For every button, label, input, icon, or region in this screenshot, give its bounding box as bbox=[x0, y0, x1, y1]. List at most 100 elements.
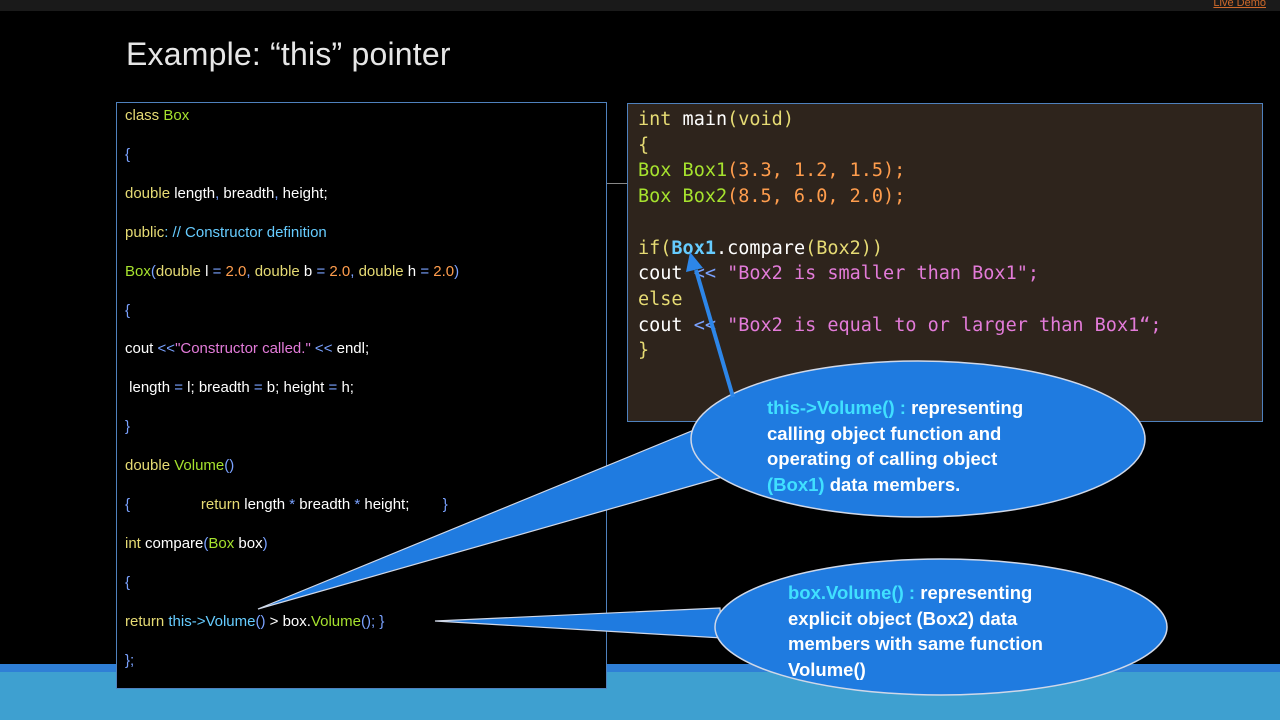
code-token: = bbox=[420, 262, 430, 280]
code-token: if( bbox=[638, 237, 672, 259]
code-token: double bbox=[125, 457, 171, 475]
code-token: { bbox=[125, 301, 131, 319]
code-token: = bbox=[316, 262, 326, 280]
code-line: { bbox=[125, 302, 130, 319]
code-token: } bbox=[375, 612, 385, 630]
code-token: return bbox=[125, 612, 165, 630]
code-token: () bbox=[255, 612, 266, 630]
callout-token: representing bbox=[911, 397, 1024, 418]
code-line: public: // Constructor definition bbox=[125, 224, 327, 241]
code-line: length = l; breadth = b; height = h; bbox=[125, 379, 354, 396]
slide-title: Example: “this” pointer bbox=[126, 36, 451, 72]
callout-line: operating of calling object bbox=[767, 446, 1023, 472]
callout-token: box.Volume() : bbox=[788, 582, 921, 603]
code-token: "Box2 is equal to or larger than Box1“; bbox=[715, 314, 1162, 336]
code-token: (Box2)) bbox=[805, 237, 884, 259]
code-token: = bbox=[253, 379, 263, 397]
code-line: { bbox=[125, 574, 130, 591]
code-token: > bbox=[265, 612, 283, 630]
code-line: cout << "Box2 is equal to or larger than… bbox=[638, 315, 1162, 336]
code-token: b bbox=[299, 262, 317, 280]
code-token: compare bbox=[140, 534, 204, 552]
code-line: cout <<"Constructor called." << endl; bbox=[125, 340, 369, 357]
code-line: { return length * breadth * height; } bbox=[125, 496, 448, 513]
code-token: 2.0 bbox=[325, 262, 351, 280]
code-token: 2.0 bbox=[429, 262, 455, 280]
callout-token: this->Volume() : bbox=[767, 397, 912, 418]
callout-token: (Box1) bbox=[767, 473, 825, 495]
code-token: length bbox=[170, 184, 216, 202]
code-line: { bbox=[638, 135, 649, 156]
code-token: breadth bbox=[219, 184, 275, 202]
code-token: return bbox=[200, 496, 241, 513]
code-token: cout bbox=[125, 340, 158, 358]
code-line: int main(void) bbox=[638, 109, 794, 130]
code-token: box. bbox=[282, 612, 311, 630]
code-token: l bbox=[200, 262, 213, 280]
code-token: public bbox=[125, 223, 165, 241]
code-token: Box bbox=[208, 534, 235, 552]
code-token: int bbox=[638, 109, 672, 130]
callout-line: this->Volume() : representing bbox=[767, 395, 1023, 421]
code-token: = bbox=[174, 379, 183, 397]
code-line: class Box bbox=[125, 107, 189, 124]
code-token: class bbox=[125, 107, 160, 124]
code-token: : // Constructor definition bbox=[164, 223, 327, 241]
code-token: Box Box2 bbox=[638, 186, 728, 208]
code-token: "Box2 is smaller than Box1"; bbox=[715, 263, 1039, 285]
code-token: int bbox=[125, 534, 141, 552]
code-line: return this->Volume() > box.Volume(); } bbox=[125, 613, 384, 630]
code-token: cout bbox=[638, 314, 694, 336]
callout-token: members with same function bbox=[788, 633, 1043, 654]
code-token: ) bbox=[262, 534, 268, 552]
code-line: }; bbox=[125, 652, 134, 669]
callout-token: operating of calling object bbox=[767, 448, 998, 469]
code-token: Box Box1 bbox=[638, 160, 728, 182]
code-token: << bbox=[693, 314, 716, 336]
code-token: Box bbox=[159, 107, 190, 124]
code-token: { bbox=[125, 145, 131, 163]
code-token: Volume bbox=[170, 457, 225, 475]
code-token: else bbox=[638, 288, 683, 310]
code-line: } bbox=[125, 418, 130, 435]
code-token: }; bbox=[125, 651, 135, 669]
class-code-panel: class Box {double length, breadth, height… bbox=[116, 102, 607, 689]
code-line: if(Box1.compare(Box2)) bbox=[638, 238, 883, 259]
callout-line: (Box1) data members. bbox=[767, 472, 1023, 498]
top-bar bbox=[0, 0, 1280, 11]
main-code-panel: int main(void){Box Box1(3.3, 1.2, 1.5); B… bbox=[627, 103, 1263, 422]
code-token: length bbox=[240, 496, 290, 513]
callout-line: box.Volume() : representing bbox=[788, 580, 1043, 606]
callout-token: Volume() bbox=[788, 658, 866, 680]
callout-bottom-text: box.Volume() : representing explicit obje… bbox=[788, 580, 1043, 682]
callout-token: explicit object (Box2) data bbox=[788, 607, 1018, 629]
code-line: } bbox=[638, 340, 649, 361]
code-token: } bbox=[638, 340, 650, 362]
callout-token: data members. bbox=[824, 473, 961, 495]
code-token: endl; bbox=[336, 340, 370, 358]
code-token: (void) bbox=[727, 109, 794, 130]
code-token: << bbox=[310, 340, 337, 358]
code-token: { bbox=[638, 134, 650, 156]
code-token: double bbox=[155, 262, 201, 280]
code-line: int compare(Box box) bbox=[125, 535, 268, 552]
code-line: Box Box2(8.5, 6.0, 2.0); bbox=[638, 186, 905, 207]
code-token: << bbox=[157, 340, 176, 358]
code-token: l; breadth bbox=[182, 379, 254, 397]
callout-line: Volume() bbox=[788, 657, 1043, 683]
code-token: b; height bbox=[262, 379, 329, 397]
code-token: breadth bbox=[295, 496, 355, 513]
code-token: main bbox=[671, 109, 728, 130]
code-token: () bbox=[224, 457, 235, 475]
panel-connector-line bbox=[607, 183, 628, 184]
code-token: height; bbox=[278, 184, 328, 202]
code-token: Volume bbox=[310, 612, 361, 630]
code-token: h; bbox=[337, 379, 354, 397]
callout-line: calling object function and bbox=[767, 421, 1023, 447]
live-demo-link[interactable]: Live Demo bbox=[1213, 0, 1266, 9]
code-token: = bbox=[328, 379, 338, 397]
code-token: } bbox=[409, 496, 448, 513]
code-line: double Volume() bbox=[125, 457, 234, 474]
code-token: double bbox=[354, 262, 404, 280]
code-token: cout bbox=[638, 263, 694, 285]
